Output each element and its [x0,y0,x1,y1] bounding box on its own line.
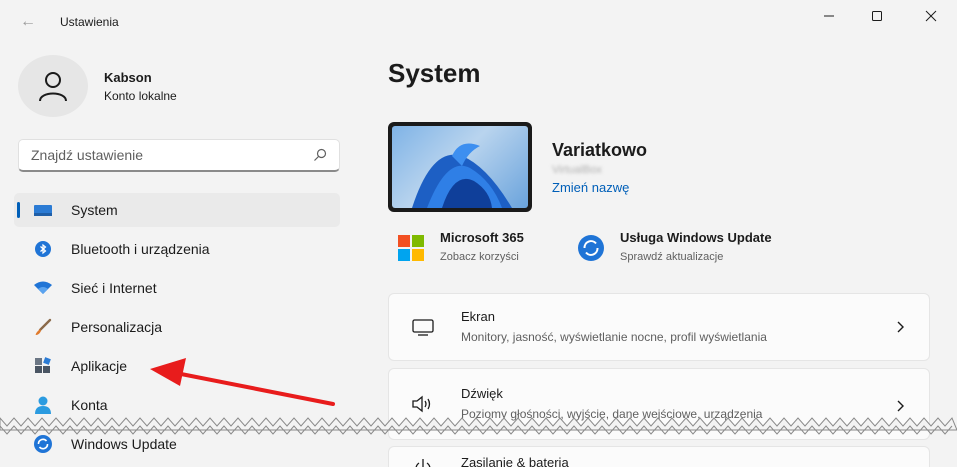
sidebar-item-accounts[interactable]: Konta [14,388,340,422]
settings-card-display[interactable]: Ekran Monitory, jasność, wyświetlanie no… [388,293,930,361]
quick-link-windows-update[interactable]: Usługa Windows Update Sprawdź aktualizac… [578,230,772,263]
chevron-right-icon [897,321,904,333]
device-header: Variatkowo VirtualBox Zmień nazwę [388,122,647,212]
speaker-icon [411,392,435,416]
back-button[interactable]: ← [14,11,42,33]
quick-link-microsoft-365[interactable]: Microsoft 365 Zobacz korzyści [398,230,524,263]
sidebar-item-network[interactable]: Sieć i Internet [14,271,340,305]
update-icon [578,235,604,261]
device-model: VirtualBox [552,164,602,176]
title-bar: ← Ustawienia [0,0,957,44]
brush-icon [34,318,52,336]
quick-link-title: Usługa Windows Update [620,230,772,245]
sidebar-item-label: Sieć i Internet [71,280,157,296]
profile-name: Kabson [104,69,152,85]
bluetooth-icon [34,240,52,258]
chevron-right-icon [897,400,904,412]
card-title: Zasilanie & bateria [461,455,569,467]
apps-icon [34,357,52,375]
person-icon [34,396,52,414]
sidebar-item-personalization[interactable]: Personalizacja [14,310,340,344]
sidebar-item-label: Windows Update [71,436,177,452]
update-icon [34,435,52,453]
sidebar-item-bluetooth[interactable]: Bluetooth i urządzenia [14,232,340,266]
close-button[interactable] [908,0,954,32]
device-name: Variatkowo [552,140,648,160]
settings-search [18,139,340,172]
profile-account-type: Konto lokalne [104,88,177,103]
minimize-button[interactable] [806,0,852,32]
quick-link-title: Microsoft 365 [440,230,524,245]
quick-link-subtitle: Sprawdź aktualizacje [620,251,724,263]
user-profile[interactable]: Kabson Konto lokalne [18,55,177,117]
person-icon [39,72,67,102]
close-icon [925,10,937,22]
sidebar-item-system[interactable]: System [14,193,340,227]
wallpaper-thumbnail [388,122,532,212]
sidebar-item-label: Aplikacje [71,358,128,374]
minimize-icon [824,15,834,17]
arrow-left-icon: ← [20,13,36,30]
avatar [18,55,88,117]
page-title: System [388,58,481,88]
search-icon[interactable] [313,148,327,162]
sidebar-item-label: Personalizacja [71,319,163,335]
sidebar-item-label: Konta [71,397,108,413]
card-subtitle: Poziomy głośności, wyjście, dane wejścio… [461,407,763,421]
sidebar-item-label: Bluetooth i urządzenia [71,241,210,257]
app-title: Ustawienia [60,15,119,29]
sidebar-nav: System Bluetooth i urządzenia Sieć i Int… [14,193,340,466]
display-icon [411,315,435,339]
sidebar-item-windows-update[interactable]: Windows Update [14,427,340,461]
power-icon [411,455,435,467]
settings-card-power[interactable]: Zasilanie & bateria [388,446,930,467]
microsoft-logo-icon [398,235,424,261]
search-input[interactable] [19,147,299,163]
wifi-icon [34,279,52,297]
monitor-icon [34,201,52,219]
sidebar-item-label: System [71,202,118,218]
maximize-icon [872,11,882,21]
quick-link-subtitle: Zobacz korzyści [440,251,519,263]
card-title: Dźwięk [461,386,503,401]
card-title: Ekran [461,309,495,324]
settings-card-sound[interactable]: Dźwięk Poziomy głośności, wyjście, dane … [388,368,930,440]
sidebar-item-apps[interactable]: Aplikacje [14,349,340,383]
windows-bloom-image [412,143,512,208]
card-subtitle: Monitory, jasność, wyświetlanie nocne, p… [461,330,767,344]
rename-link[interactable]: Zmień nazwę [552,180,629,195]
maximize-button[interactable] [854,0,900,32]
